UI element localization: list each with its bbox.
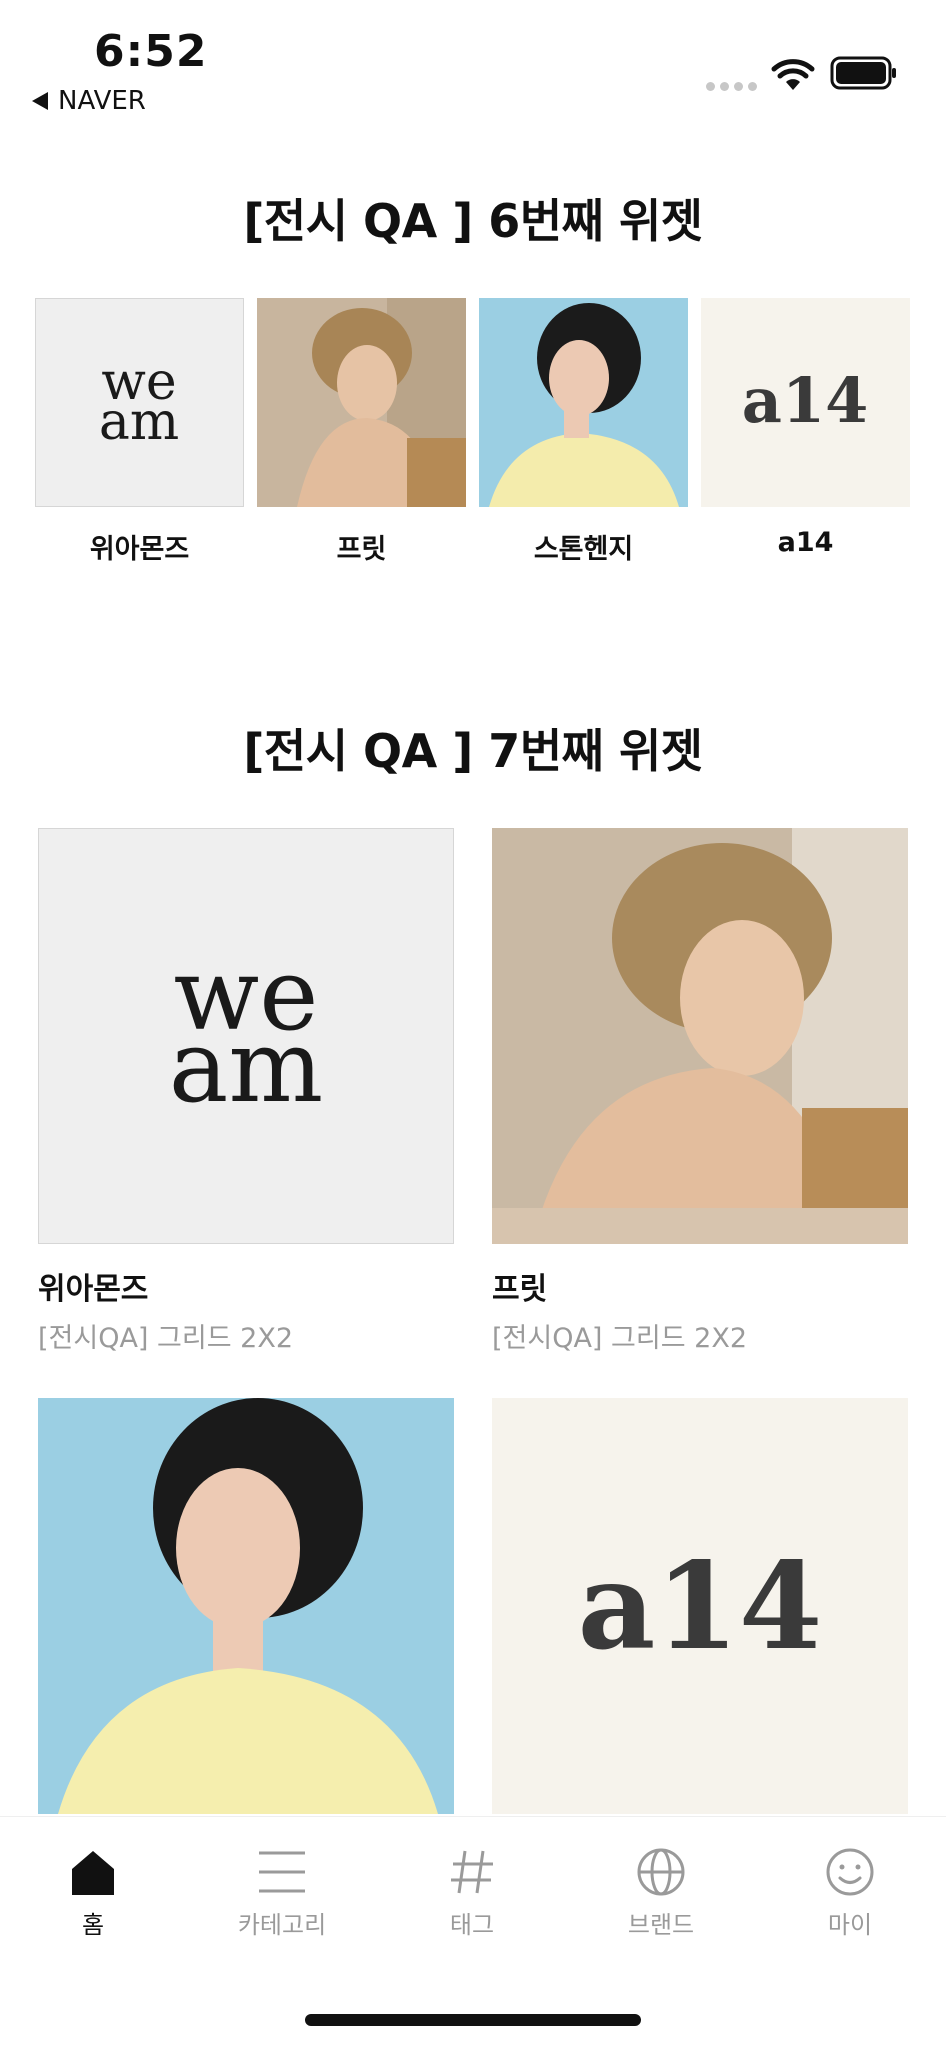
- widget6-item-label: 프릿: [336, 534, 387, 565]
- widget6-title: [전시 QA ] 6번째 위젯: [243, 194, 703, 248]
- tab-label: 카테고리: [237, 1911, 327, 1939]
- model-bob-photo: [479, 298, 688, 507]
- widget7-grid-item[interactable]: [38, 1398, 454, 1814]
- back-arrow-icon: [32, 92, 48, 110]
- widget7-grid-item[interactable]: a14: [492, 1398, 908, 1814]
- tab-category[interactable]: 카테고리: [222, 1847, 342, 1940]
- tab-my[interactable]: 마이: [790, 1847, 910, 1940]
- status-time: 6:52: [94, 26, 208, 77]
- tab-label: 홈: [81, 1911, 105, 1939]
- menu-icon: [259, 1851, 305, 1893]
- weam-logo-line2: am: [99, 392, 179, 452]
- model-blonde-photo: [492, 828, 908, 1244]
- grid-item-name: 위아몬즈: [38, 1272, 149, 1307]
- weam-logo-image: we am: [35, 298, 244, 507]
- tab-tag[interactable]: 태그: [412, 1847, 532, 1940]
- widget6-item-label: 스톤헨지: [533, 534, 634, 565]
- a14-logo-text: a14: [578, 1536, 823, 1677]
- globe-icon: [637, 1848, 685, 1896]
- widget7-grid-item[interactable]: 프릿 [전시QA] 그리드 2X2: [492, 828, 908, 1355]
- widget6-item[interactable]: 프릿: [257, 298, 466, 566]
- grid-item-subtitle: [전시QA] 그리드 2X2: [492, 1323, 748, 1354]
- battery-icon: [830, 56, 896, 90]
- weam-logo-image: we am: [38, 828, 454, 1244]
- weam-logo-line2: am: [169, 1008, 323, 1125]
- widget6-item[interactable]: a14 a14: [701, 298, 910, 558]
- a14-logo-text: a14: [742, 364, 868, 437]
- home-icon: [72, 1851, 114, 1895]
- hashtag-icon: [451, 1850, 493, 1894]
- model-bob-photo: [38, 1398, 454, 1814]
- grid-item-subtitle: [전시QA] 그리드 2X2: [38, 1323, 294, 1354]
- widget6-item-label: 위아몬즈: [89, 534, 190, 565]
- home-indicator[interactable]: [305, 2014, 641, 2026]
- a14-logo-image: a14: [492, 1398, 908, 1814]
- widget6-item-label: a14: [777, 527, 834, 558]
- tab-brand[interactable]: 브랜드: [601, 1847, 721, 1940]
- wifi-icon: [771, 59, 815, 90]
- tab-home[interactable]: 홈: [33, 1847, 153, 1940]
- tab-label: 태그: [449, 1911, 495, 1939]
- app-screen: 6:52 NAVER [전시 QA ] 6번째 위젯 we am 위아몬즈 프릿…: [0, 0, 946, 2048]
- model-blonde-photo: [257, 298, 466, 507]
- signal-icon: [706, 82, 757, 91]
- grid-item-name: 프릿: [492, 1272, 548, 1307]
- tab-label: 브랜드: [627, 1911, 695, 1939]
- widget6-item[interactable]: 스톤헨지: [479, 298, 688, 566]
- back-app-label: NAVER: [58, 86, 146, 116]
- a14-logo-image: a14: [701, 298, 910, 507]
- widget6-item[interactable]: we am 위아몬즈: [35, 298, 244, 566]
- tab-label: 마이: [827, 1911, 873, 1939]
- status-bar: 6:52 NAVER: [0, 0, 946, 130]
- widget7-title: [전시 QA ] 7번째 위젯: [243, 724, 703, 778]
- back-to-app-button[interactable]: NAVER: [32, 86, 146, 116]
- widget7-grid-item[interactable]: we am 위아몬즈 [전시QA] 그리드 2X2: [38, 828, 454, 1355]
- smiley-icon: [826, 1848, 874, 1896]
